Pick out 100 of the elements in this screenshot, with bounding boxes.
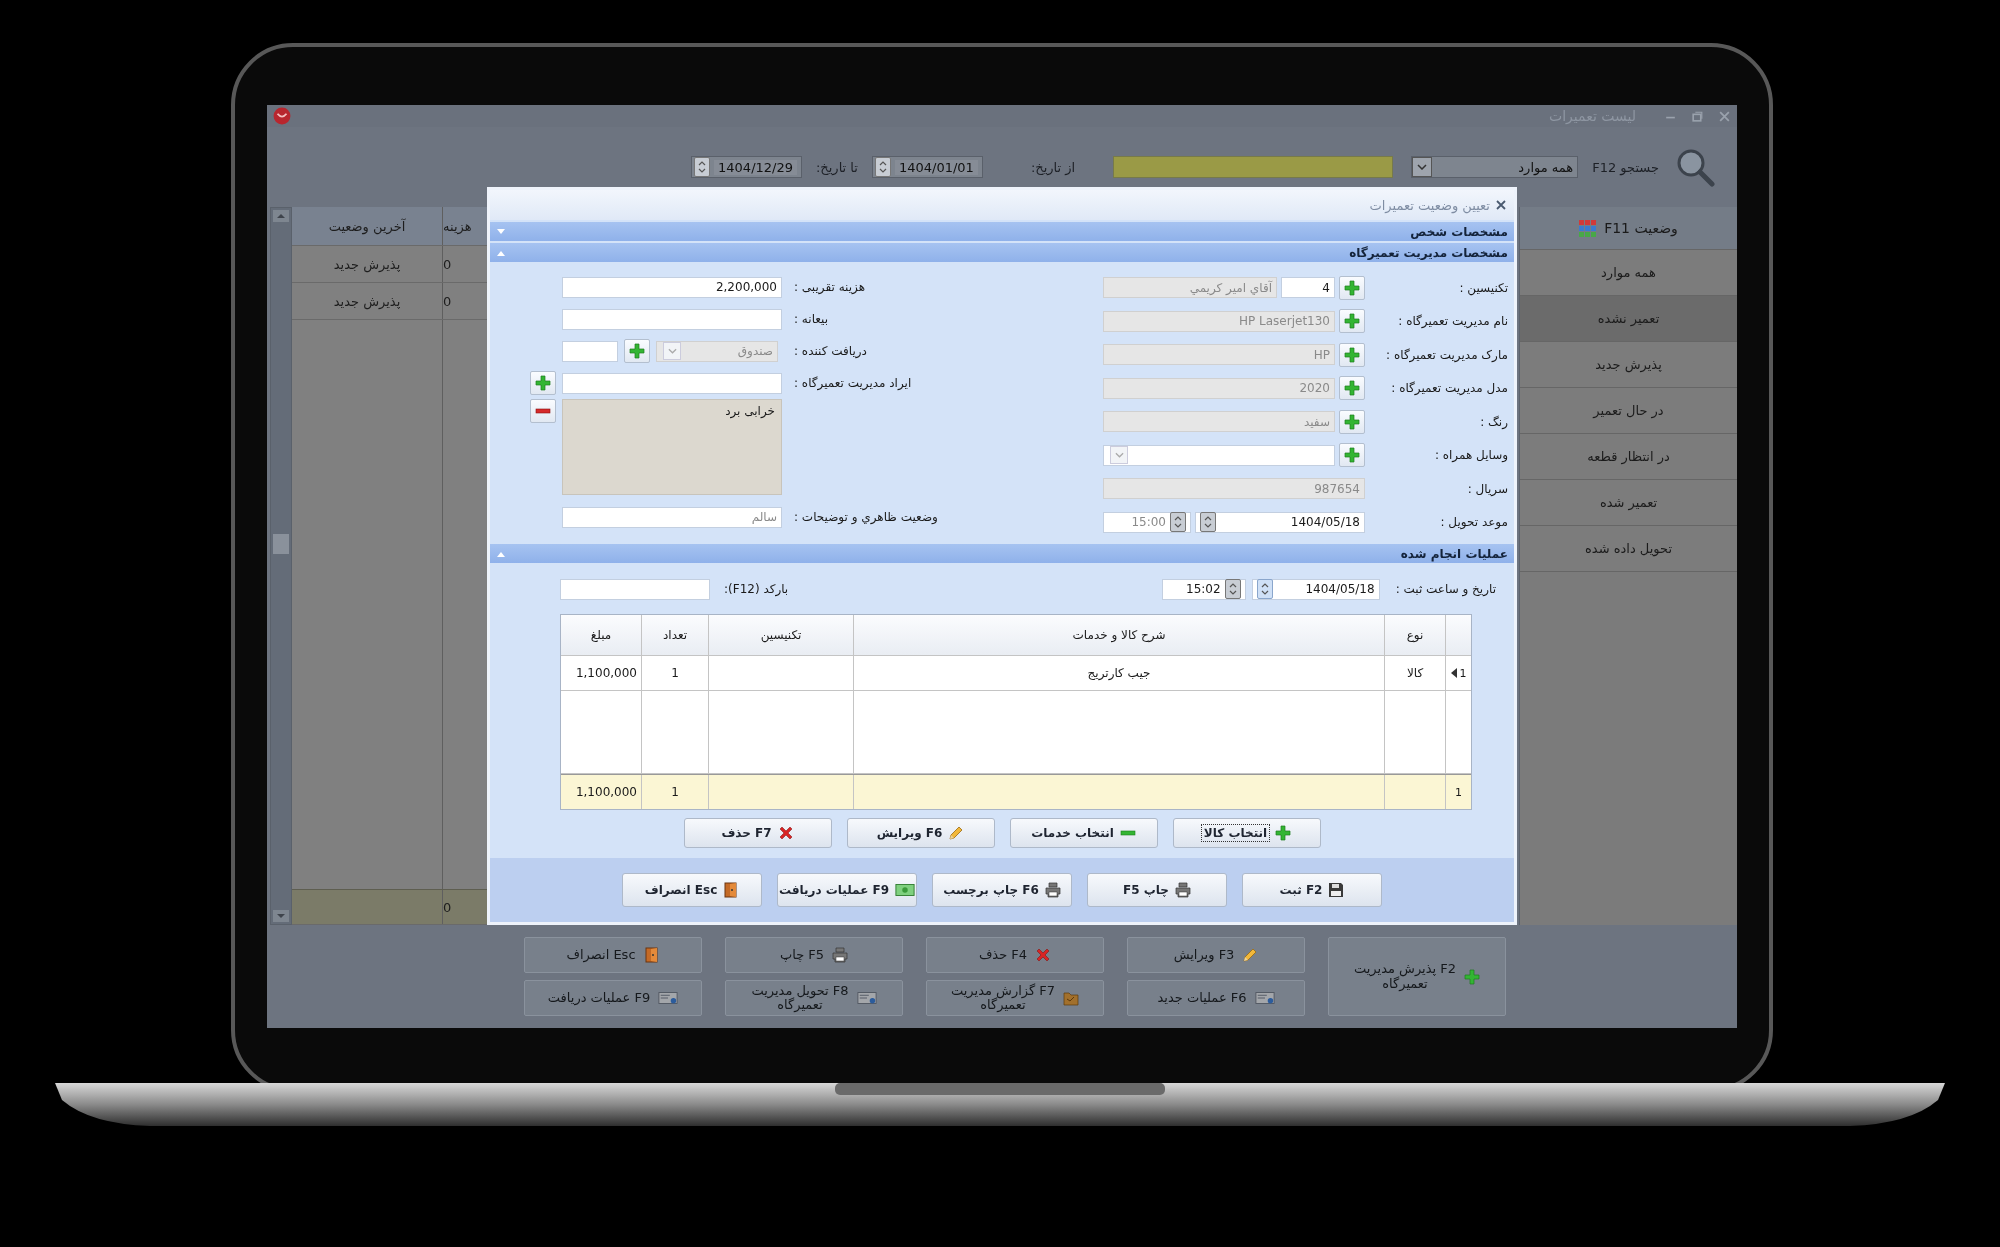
text-field[interactable]: 2,200,000 [562,276,782,298]
section-header[interactable]: مشخصات شخص [490,222,1514,241]
scroll-down-icon[interactable] [273,910,289,922]
dialog-button[interactable]: چاپ F5 [1087,873,1227,907]
row-number: 1 [1455,785,1462,799]
search-field[interactable] [1113,156,1394,178]
collapse-icon [496,249,506,256]
dialog-button[interactable]: F6 چاپ برچسب [932,873,1072,907]
date-field[interactable]: 1404/05/18 [1251,578,1380,600]
collapse-icon [496,550,506,557]
action-button[interactable]: F8 تحویل مدیریت تعمیرگاه [725,980,903,1016]
column-header[interactable]: هزینه [443,207,487,245]
date-label: تاریخ و ساعت ثبت : [1395,582,1496,596]
field-label: تکنیسین : [1458,280,1508,295]
column-header[interactable]: آخرین وضعیت [292,207,443,245]
grid-action-button[interactable]: F7 حذف [683,818,832,848]
section-header[interactable]: عملیات انجام شده [490,544,1514,563]
scroll-thumb[interactable] [273,534,289,554]
field-label: هزینه تقریبی : [794,280,865,294]
grid-action-button[interactable]: F6 ویرایش [846,818,995,848]
card-icon [1254,991,1275,1005]
total-cell-text: 1,100,000 [574,784,638,801]
date-field[interactable]: 1404/05/18 [1195,511,1365,533]
date-field[interactable]: 1404/12/29 [691,156,802,178]
field-label: سریال : [1466,481,1508,496]
field-label: موعد تحویل : [1439,515,1508,530]
field-label: وضعیت ظاهري و توضیحات : [794,510,938,524]
grid-icon [1579,219,1597,237]
filter-dropdown[interactable]: همه موارد [1411,156,1579,178]
printer-icon [832,947,849,963]
action-button[interactable]: F9 عملیات دریافت [524,980,702,1016]
scrollbar[interactable] [270,207,292,925]
table-cell: پذیرش جدید [292,283,443,319]
action-button[interactable]: F6 عملیات جدید [1127,980,1305,1016]
time-field[interactable]: 15:00 [1103,511,1191,533]
text-field[interactable] [562,308,782,330]
status-title: وضعیت F11 [1604,220,1678,236]
action-button[interactable]: F4 حذف [926,937,1104,973]
dialog-button[interactable]: F9 عملیات دریافت [777,873,917,907]
column-header[interactable]: تعداد [641,615,708,655]
from-date-label: از تاریخ: [1030,159,1076,175]
action-button[interactable]: F5 چاپ [725,937,903,973]
date-field[interactable]: 1404/01/01 [871,156,983,178]
plus-icon [1344,413,1360,430]
time-field[interactable]: 15:02 [1161,578,1246,600]
field-label: ایراد مدیریت تعمیرگاه : [794,376,912,390]
text-field[interactable]: سالم [562,506,782,528]
save-icon [1328,882,1345,898]
printer-icon [1044,882,1061,898]
add-button[interactable] [1339,443,1365,468]
table-cell: پذیرش جدید [292,246,443,282]
receiver-dropdown[interactable]: صندوق [656,340,778,362]
spin-button[interactable] [1256,579,1273,599]
field-label: بیعانه : [794,312,829,326]
plus-icon [1344,447,1360,464]
delete-icon [1035,947,1052,963]
text-field[interactable] [562,372,782,394]
dialog-title: تعیین وضعیت تعمیرات [1369,197,1490,213]
total-cell-text: 0 [443,898,453,917]
delete-icon [777,825,794,841]
column-header[interactable]: مبلغ [561,615,641,655]
dialog-button[interactable]: Esc انصراف [622,873,762,907]
spin-button[interactable] [694,157,711,177]
pencil-icon [948,825,965,841]
add-button[interactable] [530,371,556,395]
dialog-button[interactable]: F2 ثبت [1242,873,1382,907]
plus-icon [1344,346,1360,363]
updown-arrows-icon [698,160,707,174]
text-field[interactable] [562,340,618,362]
spin-button[interactable] [874,157,891,177]
column-header[interactable]: شرح کالا و خدمات [853,615,1384,655]
section-header[interactable]: مشخصات مدیریت تعمیرگاه [490,243,1514,262]
column-header[interactable]: نوع [1384,615,1445,655]
remove-button[interactable] [530,399,556,423]
chevron-down-icon [667,348,677,354]
barcode-field[interactable] [560,578,710,600]
close-button[interactable] [1496,200,1506,210]
spin-button[interactable] [1200,512,1216,533]
action-button[interactable]: Esc انصراف [524,937,702,973]
plus-icon [1464,968,1481,985]
table-cell-text: 0 [443,255,453,274]
restore-button[interactable] [1691,109,1704,123]
action-button[interactable]: F3 ویرایش [1127,937,1305,973]
updown-arrows-icon [1174,515,1182,530]
status-item[interactable]: تعمیر نشده [1520,295,1737,341]
plus-icon [1344,380,1360,397]
updown-arrows-icon [1204,515,1212,530]
chevron-down-icon [1114,452,1124,459]
table-cell-text: 1,100,000 [574,665,638,682]
grid-action-button[interactable]: انتخاب کالا [1172,818,1321,848]
grid-action-button[interactable]: انتخاب خدمات [1009,818,1158,848]
scroll-up-icon[interactable] [273,210,289,222]
action-button[interactable]: F2 پذیرش مدیریت تعمیرگاه [1328,937,1506,1016]
action-button[interactable]: F7 گزارش مدیریت تعمیرگاه [926,980,1104,1016]
notes-field[interactable]: خرابی برد [562,399,782,495]
column-header[interactable]: تکنیسین [708,615,853,655]
spin-button[interactable] [1224,579,1241,599]
table-cell: کالا [1384,656,1445,690]
add-button[interactable] [624,339,650,363]
spin-button[interactable] [1170,512,1186,533]
